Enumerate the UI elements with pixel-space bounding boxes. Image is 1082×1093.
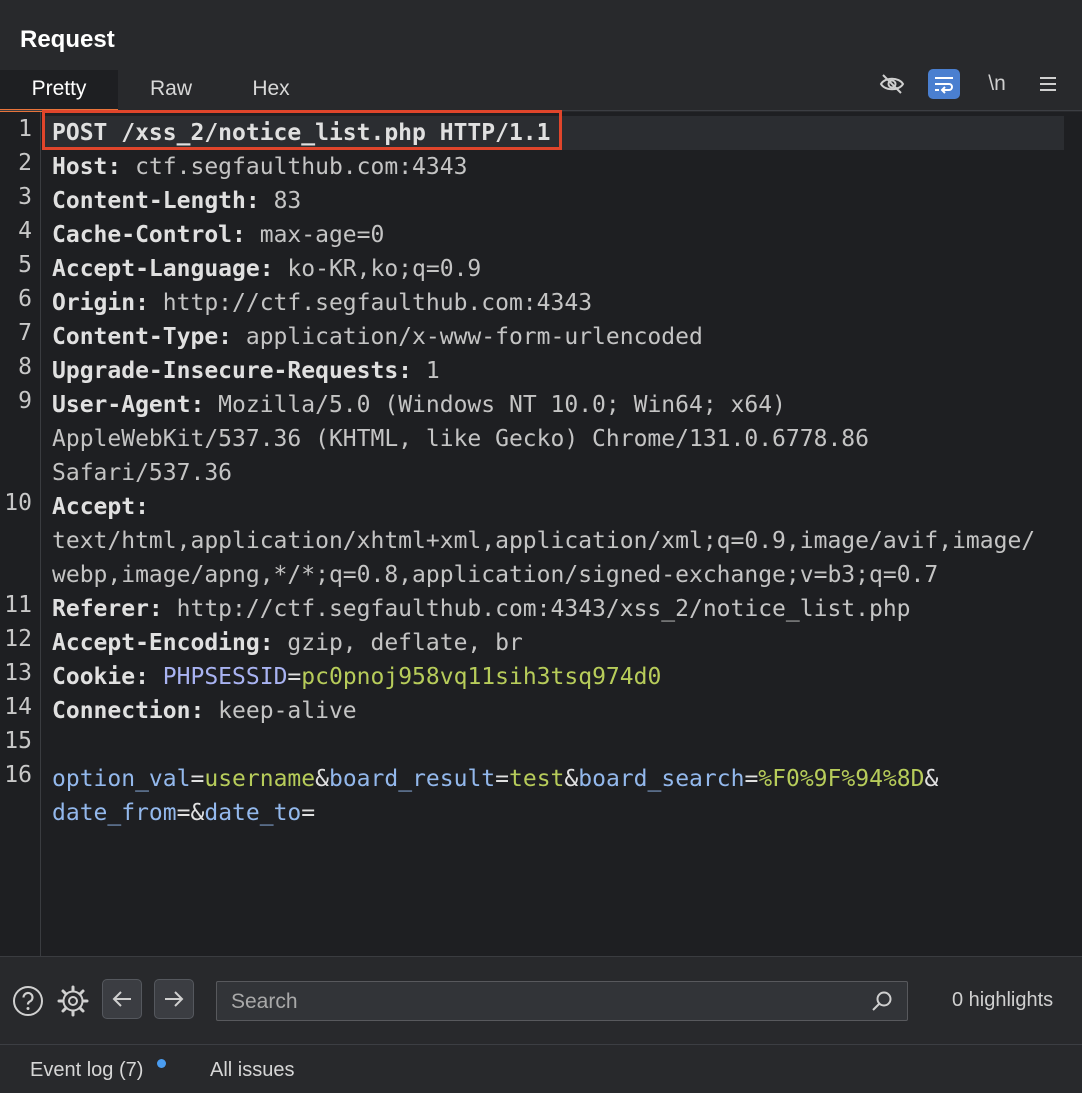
header-cache-control: Cache-Control: max-age=0: [52, 222, 385, 248]
line-number: 3: [18, 184, 32, 210]
line-number: 5: [18, 252, 32, 278]
header-user-agent-cont: AppleWebKit/537.36 (KHTML, like Gecko) C…: [52, 426, 869, 452]
search-input[interactable]: [229, 986, 863, 1018]
tab-hex[interactable]: Hex: [226, 70, 316, 110]
line-number: 1: [18, 116, 32, 142]
arrow-right-icon: [165, 991, 184, 1007]
header-cookie: Cookie: PHPSESSID=pc0pnoj958vq11sih3tsq9…: [52, 664, 662, 690]
search-icon[interactable]: [871, 990, 893, 1017]
line-number: 16: [4, 762, 32, 788]
all-issues-link[interactable]: All issues: [210, 1059, 294, 1082]
header-user-agent-cont: Safari/537.36: [52, 460, 233, 486]
previous-button[interactable]: [102, 979, 142, 1019]
tab-raw[interactable]: Raw: [126, 70, 216, 110]
request-body-cont: date_from=&date_to=: [52, 800, 316, 826]
line-number: 15: [4, 728, 32, 754]
line-number: 14: [4, 694, 32, 720]
line-number: 10: [4, 490, 32, 516]
panel-title: Request: [20, 26, 115, 53]
line-number-gutter: 1 2 3 4 5 6 7 8 9 10 11 12 13 14 15 16: [0, 112, 41, 956]
help-icon[interactable]: [12, 985, 44, 1017]
tab-pretty[interactable]: Pretty: [0, 70, 118, 112]
next-button[interactable]: [154, 979, 194, 1019]
header-origin: Origin: http://ctf.segfaulthub.com:4343: [52, 290, 593, 316]
newline-icon[interactable]: \n: [982, 70, 1012, 98]
header-accept-cont: text/html,application/xhtml+xml,applicat…: [52, 528, 1036, 554]
line-number: 2: [18, 150, 32, 176]
header-content-type: Content-Type: application/x-www-form-url…: [52, 324, 703, 350]
header-connection: Connection: keep-alive: [52, 698, 357, 724]
header-accept-encoding: Accept-Encoding: gzip, deflate, br: [52, 630, 523, 656]
header-user-agent: User-Agent: Mozilla/5.0 (Windows NT 10.0…: [52, 392, 786, 418]
header-accept-cont: webp,image/apng,*/*;q=0.8,application/si…: [52, 562, 939, 588]
event-log-link[interactable]: Event log (7): [30, 1059, 143, 1082]
eye-slash-icon[interactable]: [876, 70, 908, 98]
header-accept-language: Accept-Language: ko-KR,ko;q=0.9: [52, 256, 482, 282]
search-box: [216, 981, 908, 1021]
header-accept: Accept:: [52, 494, 149, 520]
request-body: option_val=username&board_result=test&bo…: [52, 766, 939, 792]
line-number: 7: [18, 320, 32, 346]
line-number: 4: [18, 218, 32, 244]
wrap-lines-icon[interactable]: [928, 69, 960, 99]
header-host: Host: ctf.segfaulthub.com:4343: [52, 154, 468, 180]
highlights-count: 0 highlights: [952, 989, 1054, 1011]
line-number: 11: [4, 592, 32, 618]
line-number: 9: [18, 388, 32, 414]
header-upgrade-insecure-requests: Upgrade-Insecure-Requests: 1: [52, 358, 440, 384]
status-bar: Event log (7) All issues: [0, 1044, 1082, 1093]
search-toolbar: 0 highlights: [0, 956, 1082, 1045]
line-number: 6: [18, 286, 32, 312]
arrow-left-icon: [112, 991, 131, 1007]
line-number: 8: [18, 354, 32, 380]
request-line-highlight-box: [42, 110, 562, 150]
header-content-length: Content-Length: 83: [52, 188, 302, 214]
gear-icon[interactable]: [57, 985, 89, 1017]
line-number: 12: [4, 626, 32, 652]
line-number: 13: [4, 660, 32, 686]
header-referer: Referer: http://ctf.segfaulthub.com:4343…: [52, 596, 911, 622]
menu-icon[interactable]: [1034, 70, 1062, 98]
notification-dot: [157, 1059, 166, 1068]
request-editor[interactable]: 1 2 3 4 5 6 7 8 9 10 11 12 13 14 15 16 P…: [0, 110, 1082, 956]
view-tabs: Pretty Raw Hex: [0, 70, 1082, 112]
